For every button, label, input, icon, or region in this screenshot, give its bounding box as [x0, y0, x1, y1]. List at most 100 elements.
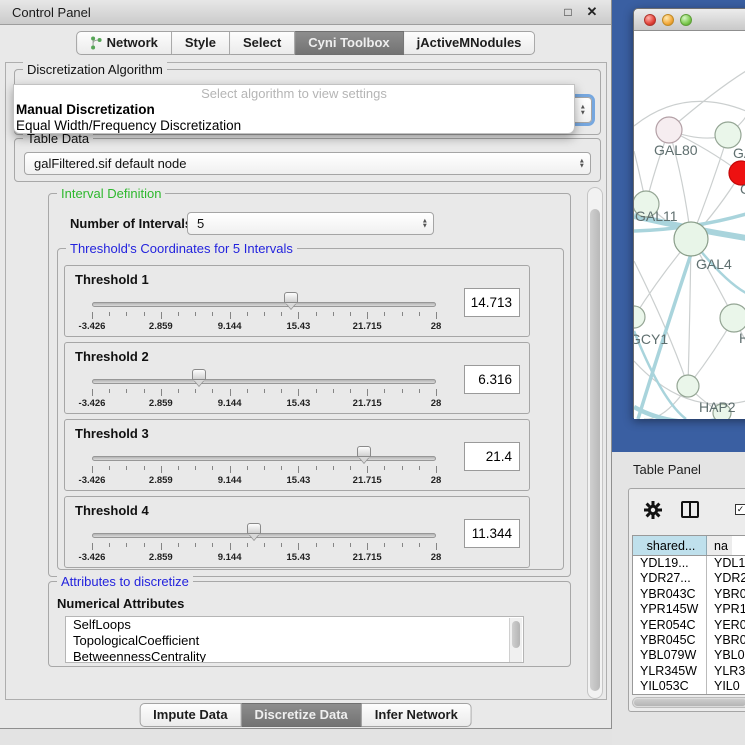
table-cell[interactable]: YLR345W — [633, 664, 707, 679]
slider-tick — [195, 543, 196, 547]
table-cell[interactable]: YER0 — [707, 618, 745, 633]
column-header-shared-name[interactable]: shared... — [633, 536, 707, 555]
threshold-value-field[interactable]: 6.316 — [464, 365, 520, 394]
slider-track[interactable] — [92, 302, 436, 307]
attribute-list-item[interactable]: SelfLoops — [66, 617, 523, 633]
attribute-list-item[interactable]: TopologicalCoefficient — [66, 633, 523, 649]
group-title: Attributes to discretize — [57, 574, 193, 589]
table-horizontal-scrollbar[interactable] — [632, 697, 745, 708]
window-title: Control Panel — [12, 5, 91, 20]
network-node[interactable] — [634, 306, 645, 328]
table-row[interactable]: YBL079WYBL0 — [633, 648, 745, 663]
column-header-name[interactable]: na — [707, 536, 732, 555]
table-cell[interactable]: YER054C — [633, 618, 707, 633]
table-panel-body: ✓ ✓ shared... na YDL19...YDL1YDR27...YDR… — [628, 488, 745, 712]
scrollbar-thumb[interactable] — [634, 699, 745, 706]
threshold-value-field[interactable]: 14.713 — [464, 288, 520, 317]
zoom-traffic-light-icon[interactable] — [680, 14, 692, 26]
network-node-label: HAP2 — [699, 399, 736, 415]
network-node[interactable] — [677, 375, 699, 397]
table-row[interactable]: YBR045CYBR0 — [633, 633, 745, 648]
table-cell[interactable]: YDR27... — [633, 571, 707, 586]
dropdown-option-manual-discretization[interactable]: Manual Discretization — [14, 102, 574, 118]
table-row[interactable]: YDL19...YDL1 — [633, 556, 745, 571]
table-row[interactable]: YBR043CYBR0 — [633, 587, 745, 602]
slider-tick — [230, 312, 231, 319]
slider-thumb[interactable] — [192, 369, 206, 380]
threshold-label: Threshold 4 — [75, 503, 149, 518]
slider-tick — [247, 312, 248, 316]
table-data-combobox[interactable]: galFiltered.sif default node ▲▼ — [24, 152, 591, 175]
table-cell[interactable]: YBR0 — [707, 633, 745, 648]
table-cell[interactable]: YBR043C — [633, 587, 707, 602]
network-node[interactable] — [674, 222, 708, 256]
split-columns-icon[interactable] — [681, 501, 699, 518]
tab-infer-network[interactable]: Infer Network — [362, 703, 472, 727]
close-traffic-light-icon[interactable] — [644, 14, 656, 26]
tab-select[interactable]: Select — [230, 31, 295, 55]
table-cell[interactable]: YBL079W — [633, 648, 707, 663]
slider-thumb[interactable] — [284, 292, 298, 303]
slider-track[interactable] — [92, 533, 436, 538]
slider-tick — [367, 389, 368, 396]
table-cell[interactable]: YBR0 — [707, 587, 745, 602]
table-cell[interactable]: YPR145W — [633, 602, 707, 617]
threshold-value-field[interactable]: 11.344 — [464, 519, 520, 548]
tab-style[interactable]: Style — [172, 31, 230, 55]
num-intervals-combobox[interactable]: 5 ▲▼ — [187, 212, 434, 235]
control-panel-titlebar[interactable]: Control Panel □ ✕ — [0, 0, 611, 25]
network-edge[interactable] — [669, 71, 745, 130]
scrollbar-thumb[interactable] — [590, 209, 600, 691]
tab-jactivemnodules[interactable]: jActiveMNodules — [404, 31, 536, 55]
table-cell[interactable]: YDR2 — [707, 571, 745, 586]
dropdown-option-equal-width-frequency[interactable]: Equal Width/Frequency Discretization — [14, 118, 574, 134]
scrollbar-thumb[interactable] — [512, 621, 520, 648]
table-cell[interactable]: YDL1 — [707, 556, 745, 571]
table-cell[interactable]: YLR3 — [707, 664, 745, 679]
desktop-strip — [0, 729, 612, 745]
table-cell[interactable]: YDL19... — [633, 556, 707, 571]
tab-discretize-data[interactable]: Discretize Data — [242, 703, 362, 727]
slider-track[interactable] — [92, 379, 436, 384]
main-vertical-scrollbar[interactable] — [587, 187, 603, 699]
minimize-traffic-light-icon[interactable] — [662, 14, 674, 26]
num-intervals-label: Number of Intervals — [70, 216, 192, 231]
numerical-attributes-list[interactable]: SelfLoopsTopologicalCoefficientBetweenne… — [65, 616, 524, 663]
gear-icon[interactable] — [643, 500, 663, 520]
table-cell[interactable]: YIL053C — [633, 679, 707, 694]
tab-network[interactable]: Network — [76, 31, 172, 55]
attributes-group: Attributes to discretize Numerical Attri… — [48, 581, 571, 667]
slider-tick-label: 21.715 — [353, 552, 382, 563]
network-node[interactable] — [720, 304, 745, 332]
table-row[interactable]: YLR345WYLR3 — [633, 664, 745, 679]
slider-thumb[interactable] — [357, 446, 371, 457]
list-vertical-scrollbar[interactable] — [509, 618, 522, 662]
table-cell[interactable]: YPR1 — [707, 602, 745, 617]
close-window-icon[interactable]: ✕ — [584, 4, 600, 20]
slider-thumb[interactable] — [247, 523, 261, 534]
tab-impute-data[interactable]: Impute Data — [139, 703, 241, 727]
attribute-list-item[interactable]: BetweennessCentrality — [66, 649, 523, 663]
group-title: Discretization Algorithm — [23, 62, 167, 77]
checkbox-icon[interactable]: ✓ — [735, 504, 745, 515]
network-canvas[interactable]: GAL80GACGAL11GAL4GCY1HHAP2 — [634, 31, 745, 419]
threshold-value-field[interactable]: 21.4 — [464, 442, 520, 471]
table-row[interactable]: YDR27...YDR2 — [633, 571, 745, 586]
slider-tick — [126, 389, 127, 393]
network-node-label: GAL80 — [654, 142, 698, 158]
float-window-icon[interactable]: □ — [560, 4, 576, 20]
table-cell[interactable]: YIL0 — [707, 679, 744, 694]
table-cell[interactable]: YBR045C — [633, 633, 707, 648]
network-node[interactable] — [656, 117, 682, 143]
slider-tick — [161, 543, 162, 550]
tab-cyni-toolbox[interactable]: Cyni Toolbox — [295, 31, 403, 55]
slider-tick-label: 2.859 — [149, 552, 173, 563]
slider-track[interactable] — [92, 456, 436, 461]
control-panel-tabbar: Network Style Select Cyni Toolbox jActiv… — [76, 31, 536, 55]
table-row[interactable]: YER054CYER0 — [633, 618, 745, 633]
table-row[interactable]: YPR145WYPR1 — [633, 602, 745, 617]
table-cell[interactable]: YBL0 — [707, 648, 745, 663]
network-window-titlebar[interactable] — [634, 9, 745, 31]
table-row[interactable]: YIL053CYIL0 — [633, 679, 745, 694]
slider-tick — [333, 312, 334, 316]
